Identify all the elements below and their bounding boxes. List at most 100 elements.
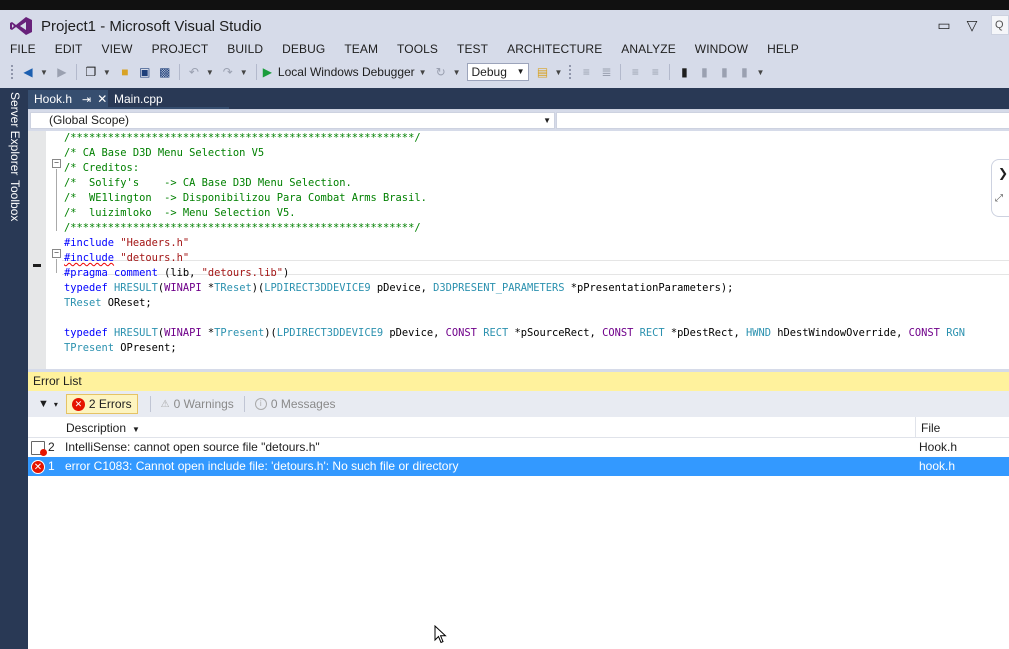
code-editor[interactable]: − − /***********************************…: [28, 131, 1009, 369]
menu-view[interactable]: VIEW: [101, 42, 132, 56]
warnings-toggle-button[interactable]: ⚠ 0 Warnings: [157, 397, 238, 411]
code-text[interactable]: /***************************************…: [64, 131, 965, 356]
comment-out-icon[interactable]: ≡: [578, 64, 594, 80]
code-token: RGN: [946, 327, 965, 339]
code-line[interactable]: #pragma comment (lib, "detours.lib"): [64, 266, 965, 281]
toolbar-grip[interactable]: [10, 64, 14, 80]
code-line[interactable]: TPresent OPresent;: [64, 341, 965, 356]
menu-file[interactable]: FILE: [10, 42, 36, 56]
quick-launch-input[interactable]: Q: [991, 15, 1009, 35]
navigate-forward-icon[interactable]: ▶: [54, 64, 70, 80]
previous-bookmark-icon[interactable]: ▮: [696, 64, 712, 80]
chevron-right-icon[interactable]: ❯: [998, 166, 1008, 180]
expand-icon[interactable]: ⤢: [995, 193, 1003, 204]
uncomment-icon[interactable]: ≣: [598, 64, 614, 80]
description-column-header[interactable]: Description ▼: [66, 421, 140, 435]
server-explorer-tab[interactable]: Server Explorer: [8, 92, 22, 175]
navigation-bar: (Global Scope) ▼: [28, 109, 1009, 131]
redo-dropdown-icon[interactable]: ▼: [240, 68, 248, 77]
code-line[interactable]: typedef HRESULT(WINAPI *TPresent)(LPDIRE…: [64, 326, 965, 341]
toolbar-grip[interactable]: [568, 64, 573, 80]
peek-panel[interactable]: ❯ ⤢: [991, 159, 1009, 217]
navigate-back-icon[interactable]: ◀: [20, 64, 36, 80]
toolbar-separator: [149, 396, 151, 412]
error-row-selected[interactable]: ✕ 1 error C1083: Cannot open include fil…: [28, 457, 1009, 476]
error-row[interactable]: 2 IntelliSense: cannot open source file …: [28, 438, 1009, 457]
filter-icon[interactable]: ▼: [38, 398, 49, 410]
code-token: )(: [251, 282, 265, 294]
debugger-dropdown-icon[interactable]: ▼: [419, 68, 427, 77]
code-line[interactable]: /***************************************…: [64, 221, 965, 236]
close-icon[interactable]: ✕: [97, 92, 107, 106]
solution-configuration-select[interactable]: Debug ▼: [466, 63, 529, 81]
menu-analyze[interactable]: ANALYZE: [621, 42, 676, 56]
code-line[interactable]: /* Creditos:: [64, 161, 965, 176]
collapse-outline-icon[interactable]: −: [52, 249, 61, 258]
feedback-icon[interactable]: ▭: [935, 16, 953, 34]
menu-test[interactable]: TEST: [457, 42, 488, 56]
menu-tools[interactable]: TOOLS: [397, 42, 438, 56]
start-debugging-button[interactable]: Local Windows Debugger: [278, 65, 415, 79]
code-line[interactable]: #include "detours.h": [64, 251, 965, 266]
pin-icon[interactable]: ⇥: [82, 94, 91, 106]
error-number: 1: [48, 459, 55, 473]
next-bookmark-icon[interactable]: ▮: [716, 64, 732, 80]
back-dropdown-icon[interactable]: ▼: [40, 68, 48, 77]
start-debugging-icon[interactable]: ▶: [263, 65, 272, 79]
code-line[interactable]: #include "Headers.h": [64, 236, 965, 251]
error-list-title[interactable]: Error List: [28, 372, 1009, 391]
column-separator[interactable]: [915, 417, 916, 438]
code-line[interactable]: /* luizimloko -> Menu Selection V5.: [64, 206, 965, 221]
code-token: #include: [64, 237, 121, 249]
menu-team[interactable]: TEAM: [344, 42, 378, 56]
save-all-icon[interactable]: ▩: [157, 64, 173, 80]
menu-edit[interactable]: EDIT: [55, 42, 83, 56]
code-line[interactable]: TReset OReset;: [64, 296, 965, 311]
increase-indent-icon[interactable]: ≡: [647, 64, 663, 80]
visual-studio-window: Project1 - Microsoft Visual Studio ▭ ▽ Q…: [0, 10, 1009, 649]
scope-select[interactable]: (Global Scope) ▼: [30, 112, 555, 129]
collapse-outline-icon[interactable]: −: [52, 159, 61, 168]
bookmark-icon[interactable]: ▮: [676, 64, 692, 80]
visual-studio-logo-icon: [10, 17, 32, 35]
undo-icon[interactable]: ↶: [186, 64, 202, 80]
code-token: pDevice,: [383, 327, 446, 339]
menu-help[interactable]: HELP: [767, 42, 799, 56]
new-dropdown-icon[interactable]: ▼: [103, 68, 111, 77]
decrease-indent-icon[interactable]: ≡: [627, 64, 643, 80]
clear-bookmarks-icon[interactable]: ▮: [736, 64, 752, 80]
code-line[interactable]: typedef HRESULT(WINAPI *TReset)(LPDIRECT…: [64, 281, 965, 296]
new-project-icon[interactable]: ❐: [83, 64, 99, 80]
code-line[interactable]: [64, 311, 965, 326]
code-token: CONST: [445, 327, 484, 339]
code-line[interactable]: /* Solify's -> CA Base D3D Menu Selectio…: [64, 176, 965, 191]
code-line[interactable]: /* CA Base D3D Menu Selection V5: [64, 146, 965, 161]
menu-build[interactable]: BUILD: [227, 42, 263, 56]
refresh-dropdown-icon[interactable]: ▼: [453, 68, 461, 77]
refresh-icon[interactable]: ↻: [433, 64, 449, 80]
outline-guide: [56, 259, 57, 273]
find-in-files-icon[interactable]: ▤: [535, 64, 551, 80]
code-line[interactable]: /* WE1lington -> Disponibilizou Para Com…: [64, 191, 965, 206]
filter-dropdown-icon[interactable]: ▾: [54, 400, 58, 409]
filter-notifications-icon[interactable]: ▽: [963, 16, 981, 34]
errors-toggle-button[interactable]: ✕ 2 Errors: [65, 394, 138, 414]
menu-project[interactable]: PROJECT: [152, 42, 209, 56]
menu-window[interactable]: WINDOW: [695, 42, 748, 56]
member-select[interactable]: [556, 112, 1009, 129]
menu-debug[interactable]: DEBUG: [282, 42, 325, 56]
redo-icon[interactable]: ↷: [220, 64, 236, 80]
toolbar-options-icon[interactable]: ▼: [756, 68, 764, 77]
open-file-icon[interactable]: ■: [117, 64, 133, 80]
undo-dropdown-icon[interactable]: ▼: [206, 68, 214, 77]
messages-toggle-button[interactable]: i 0 Messages: [251, 397, 340, 411]
menu-architecture[interactable]: ARCHITECTURE: [507, 42, 602, 56]
save-icon[interactable]: ▣: [137, 64, 153, 80]
find-dropdown-icon[interactable]: ▼: [555, 68, 563, 77]
file-column-header[interactable]: File: [921, 421, 940, 435]
toolbar-separator: [669, 64, 671, 80]
code-line[interactable]: /***************************************…: [64, 131, 965, 146]
code-token: comment: [114, 267, 165, 279]
editor-indicator-margin[interactable]: [28, 131, 46, 369]
toolbox-tab[interactable]: Toolbox: [8, 180, 22, 221]
